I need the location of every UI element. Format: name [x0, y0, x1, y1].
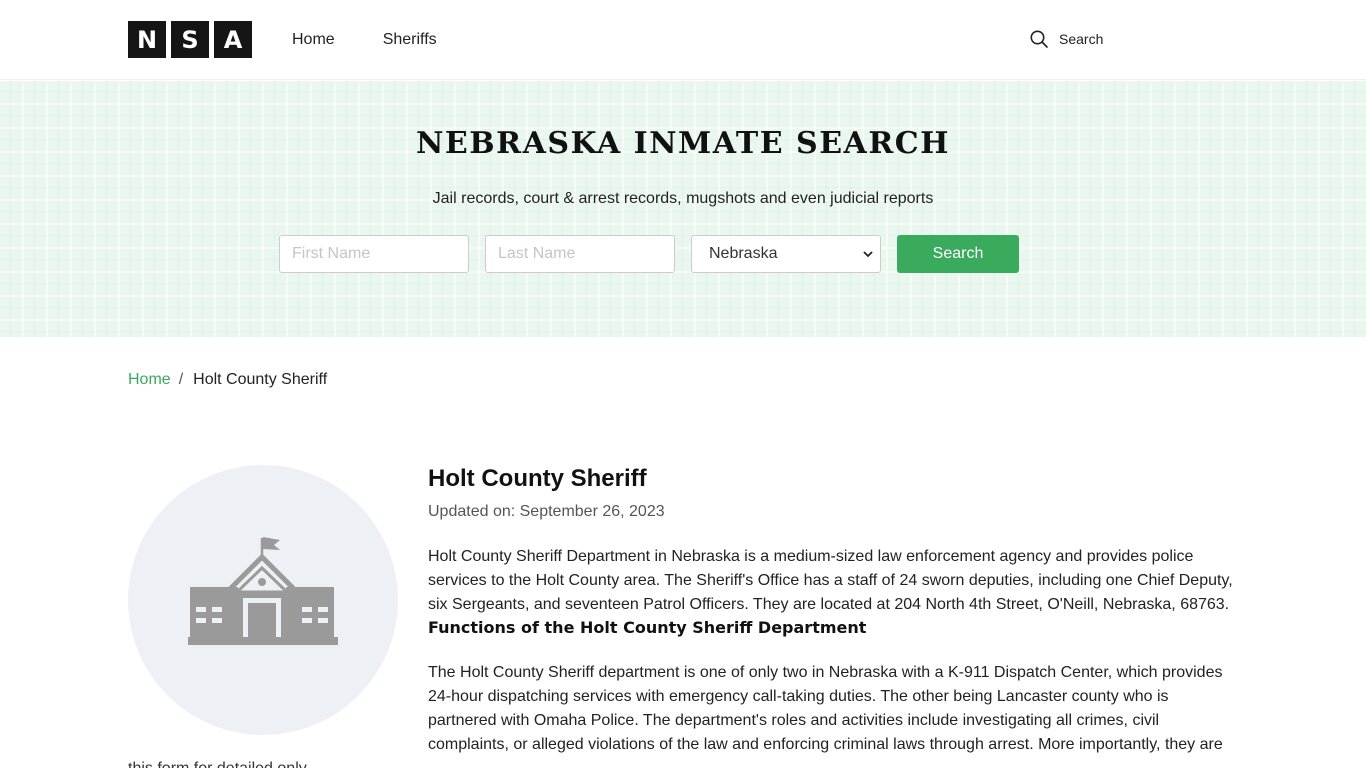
nav-home-link[interactable]: Home	[292, 30, 335, 50]
state-select-value: Nebraska	[709, 245, 778, 262]
left-caption-text: this form for detailed only	[128, 760, 307, 768]
hero-subtitle: Jail records, court & arrest records, mu…	[432, 190, 934, 207]
state-select[interactable]: Nebraska	[691, 235, 881, 273]
breadcrumb-home-link[interactable]: Home	[128, 371, 171, 389]
first-name-input[interactable]	[279, 235, 469, 273]
page-title: Holt County Sheriff	[428, 465, 647, 492]
functions-paragraph: The Holt County Sheriff department is on…	[428, 664, 1223, 753]
search-button[interactable]: Search	[897, 235, 1019, 273]
logo-letter-s: S	[171, 21, 209, 58]
chevron-down-icon	[863, 251, 873, 258]
updated-date: Updated on: September 26, 2023	[428, 503, 665, 520]
logo-letter-a: A	[214, 21, 252, 58]
nsa-logo[interactable]: N S A	[128, 21, 252, 58]
search-icon	[1030, 30, 1048, 48]
header-search-link[interactable]: Search	[1030, 30, 1103, 48]
main-nav: Home Sheriffs	[292, 30, 437, 50]
logo-letter-n: N	[128, 21, 166, 58]
top-navigation-bar: N S A Home Sheriffs Search	[0, 0, 1366, 80]
intro-paragraph: Holt County Sheriff Department in Nebras…	[428, 548, 1233, 613]
last-name-input[interactable]	[485, 235, 675, 273]
main-content: Holt County Sheriff Updated on: Septembe…	[428, 465, 1238, 757]
courthouse-icon	[188, 537, 338, 645]
sheriff-image	[128, 465, 398, 735]
breadcrumb: Home / Holt County Sheriff	[128, 371, 327, 389]
breadcrumb-separator: /	[178, 371, 184, 388]
functions-heading: Functions of the Holt County Sheriff Dep…	[428, 618, 867, 637]
hero-search-section: NEBRASKA INMATE SEARCH Jail records, cou…	[0, 81, 1366, 337]
header-search-label: Search	[1059, 31, 1104, 47]
inmate-search-form: Nebraska Search	[279, 235, 1019, 273]
hero-title: NEBRASKA INMATE SEARCH	[416, 126, 950, 161]
nav-sheriffs-link[interactable]: Sheriffs	[383, 30, 437, 50]
breadcrumb-current: Holt County Sheriff	[193, 371, 328, 388]
